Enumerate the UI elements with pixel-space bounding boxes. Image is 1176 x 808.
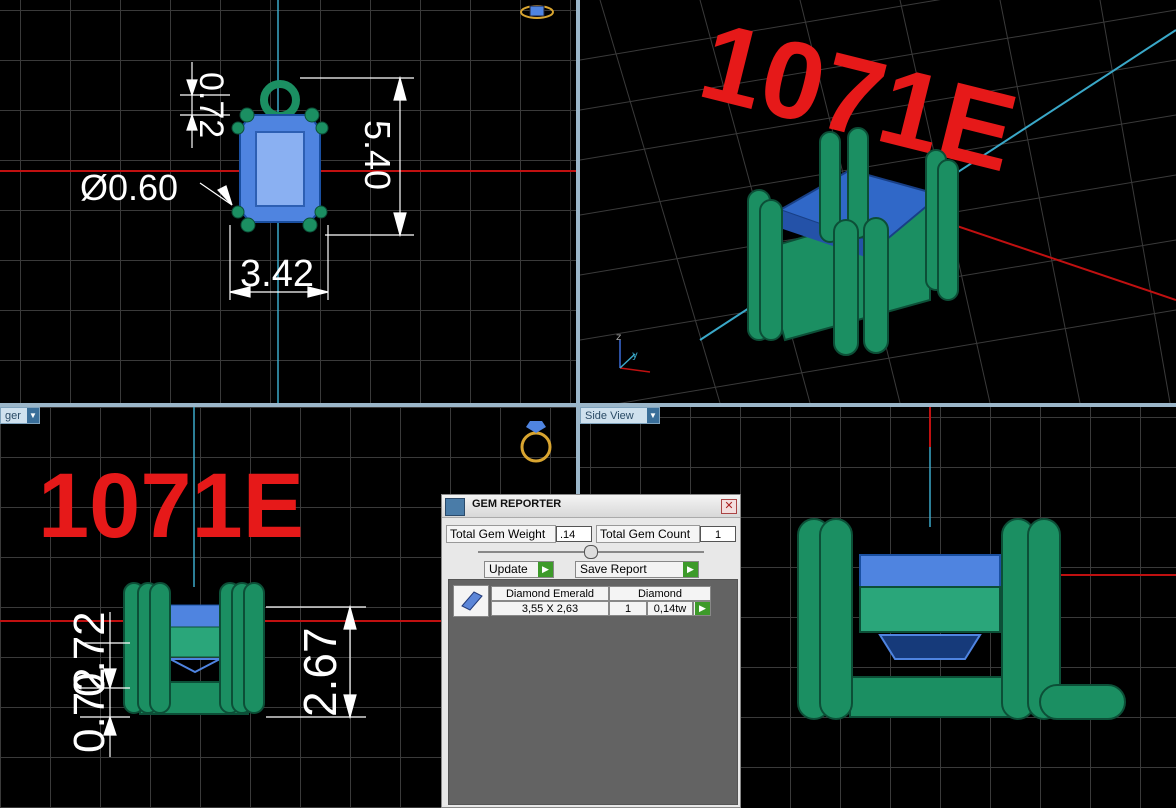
viewport-label-front[interactable]: ger ▼ — [0, 407, 40, 424]
gem-reporter-panel: GEM REPORTER ✕ Total Gem Weight .14 Tota… — [441, 494, 741, 808]
ring-gizmo-front-icon — [520, 431, 552, 463]
gem-thumbnail-icon — [453, 585, 489, 617]
total-gem-count-label: Total Gem Count — [596, 525, 700, 543]
play-icon: ▶ — [683, 562, 698, 577]
gem-name-cell: Diamond Emerald — [491, 586, 609, 601]
save-report-button[interactable]: Save Report ▶ — [575, 561, 699, 578]
update-button[interactable]: Update ▶ — [484, 561, 554, 578]
play-icon: ▶ — [695, 602, 710, 615]
front-label: 1071E — [38, 455, 304, 557]
gem-material-cell: Diamond — [609, 586, 711, 601]
perspective-canvas: 1071E z y — [580, 0, 1176, 403]
gem-reporter-titlebar[interactable]: GEM REPORTER ✕ — [442, 495, 740, 518]
viewport-perspective[interactable]: 1071E z y — [580, 0, 1176, 403]
gem-weight-cell: 0,14tw — [647, 601, 693, 616]
save-report-button-label: Save Report — [580, 562, 647, 576]
axis-y-label: y — [632, 350, 638, 361]
gem-reporter-title: GEM REPORTER — [472, 498, 562, 510]
chevron-down-icon[interactable]: ▼ — [27, 408, 39, 423]
dim-top-342: 3.42 — [240, 253, 314, 295]
gem-select-button[interactable]: ▶ — [693, 601, 711, 616]
dim-top-diameter: Ø0.60 — [80, 167, 178, 208]
close-icon[interactable]: ✕ — [721, 499, 737, 514]
panel-slider-handle[interactable] — [584, 545, 598, 559]
viewport-label-side[interactable]: Side View ▼ — [580, 407, 660, 424]
dim-top-072: 0.72 — [192, 72, 230, 138]
total-gem-weight-label: Total Gem Weight — [446, 525, 556, 543]
dim-front-072-b: 0.72 — [65, 667, 114, 753]
gem-list[interactable]: Diamond Emerald 3,55 X 2,63 Diamond 1 0,… — [448, 579, 738, 805]
viewport-label-front-text: ger — [5, 410, 21, 422]
chevron-down-icon[interactable]: ▼ — [647, 408, 659, 423]
gem-reporter-icon — [445, 498, 465, 516]
gem-size-cell: 3,55 X 2,63 — [491, 601, 609, 616]
viewport-top[interactable]: 0.72 5.40 Ø0.60 3.42 — [0, 0, 576, 403]
viewport-label-side-text: Side View — [585, 410, 634, 422]
axis-z-label: z — [616, 332, 621, 343]
play-icon: ▶ — [538, 562, 553, 577]
gem-thumbnail-graphic — [461, 591, 483, 611]
total-gem-weight-field[interactable]: .14 — [556, 526, 592, 542]
viewport-divider-horizontal[interactable] — [0, 403, 1176, 407]
dim-front-267: 2.67 — [294, 627, 346, 717]
total-gem-count-field[interactable]: 1 — [700, 526, 736, 542]
dim-top-540: 5.40 — [357, 120, 398, 190]
update-button-label: Update — [489, 562, 528, 576]
gem-count-cell: 1 — [609, 601, 647, 616]
top-view-canvas: 0.72 5.40 Ø0.60 3.42 — [0, 0, 576, 403]
